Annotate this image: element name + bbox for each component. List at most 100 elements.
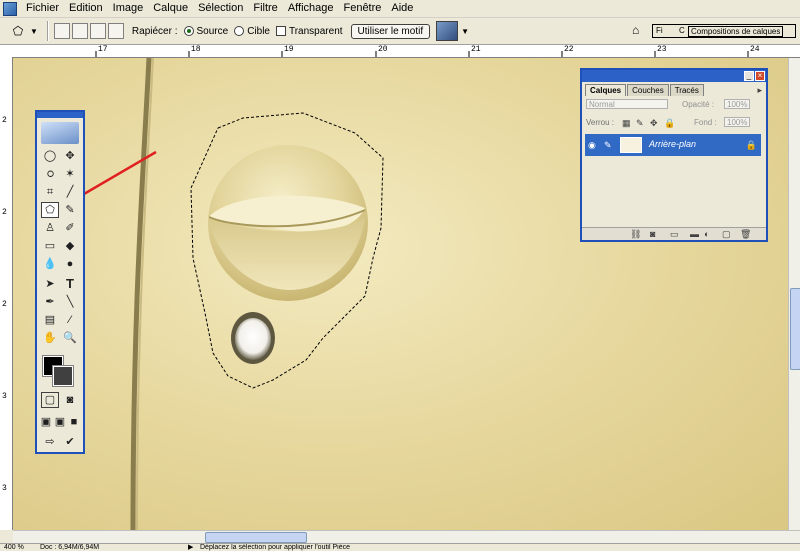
menu-fenetre[interactable]: Fenêtre — [338, 0, 386, 17]
opacity-input[interactable]: 100% — [724, 99, 750, 109]
paint-bucket-tool-icon[interactable]: ◆ — [61, 238, 79, 254]
menu-selection[interactable]: Sélection — [193, 0, 248, 17]
menu-bar: Fichier Edition Image Calque Sélection F… — [0, 0, 800, 18]
ruler-label: 17 — [98, 45, 108, 54]
chevron-down-icon[interactable]: ▼ — [30, 27, 38, 36]
new-layer-icon[interactable]: ▢ — [722, 229, 731, 239]
move-tool-icon[interactable]: ✥ — [61, 148, 79, 164]
line-tool-icon[interactable]: ╲ — [61, 294, 79, 310]
menu-aide[interactable]: Aide — [386, 0, 418, 17]
ruler-vertical: 2 2 2 3 3 — [0, 57, 13, 530]
imageready-icon[interactable]: ✔ — [61, 434, 79, 450]
opacity-label: Opacité : — [682, 100, 715, 109]
magic-wand-tool-icon[interactable]: ✶ — [61, 166, 79, 182]
screen-mode-full-icon[interactable]: ■ — [67, 414, 81, 430]
lock-position-icon[interactable]: ✥ — [650, 118, 658, 128]
add-selection-button[interactable] — [71, 23, 88, 39]
fill-input[interactable]: 100% — [724, 117, 750, 127]
pen-tool-icon[interactable]: ✒ — [41, 294, 59, 310]
jump-to-imageready-icon[interactable]: ⇨ — [41, 434, 59, 450]
vertical-scrollbar[interactable] — [788, 58, 800, 530]
eye-icon[interactable]: ◉ — [588, 140, 596, 150]
background-color-swatch[interactable] — [52, 365, 74, 387]
lock-image-icon[interactable]: ✎ — [636, 118, 644, 128]
history-brush-tool-icon[interactable]: ✐ — [61, 220, 79, 236]
slice-tool-icon[interactable]: ╱ — [61, 184, 79, 200]
add-mask-icon[interactable]: ▭ — [670, 229, 679, 239]
notes-tool-icon[interactable]: ▤ — [41, 312, 59, 328]
ruler-label: 19 — [284, 45, 294, 54]
radio-icon — [234, 25, 245, 36]
menu-calque[interactable]: Calque — [148, 0, 193, 17]
brush-tool-icon[interactable]: ✎ — [61, 202, 79, 218]
palette-tab-fi[interactable]: Fi — [656, 26, 663, 35]
adobe-feather-logo[interactable] — [41, 122, 79, 144]
layer-style-icon[interactable]: ◙ — [650, 229, 655, 239]
dodge-tool-icon[interactable]: ● — [61, 256, 79, 272]
screen-mode-standard-icon[interactable]: ▣ — [39, 414, 53, 430]
eyedropper-tool-icon[interactable]: ⁄ — [61, 312, 79, 328]
link-layers-icon[interactable]: ⛓ — [630, 229, 641, 239]
eraser-tool-icon[interactable]: ▭ — [41, 238, 59, 254]
layer-comps-tab[interactable]: Compositions de calques — [688, 26, 784, 37]
brush-link-icon[interactable]: ✎ — [604, 140, 612, 150]
transparent-checkbox[interactable]: Transparent — [275, 26, 343, 37]
chevron-down-icon[interactable]: ▼ — [461, 27, 469, 36]
lock-all-icon[interactable]: 🔒 — [664, 118, 675, 128]
quick-mask-off-icon[interactable]: ▢ — [41, 392, 59, 408]
menu-image[interactable]: Image — [108, 0, 149, 17]
close-icon[interactable]: × — [755, 71, 765, 81]
patch-tool-preset-icon[interactable]: ⬠ — [10, 23, 26, 39]
toolbox-title-bar[interactable] — [37, 112, 83, 118]
ruler-label: 21 — [471, 45, 481, 54]
marquee-tool-icon[interactable]: ◯ — [41, 148, 59, 164]
type-tool-icon[interactable]: T — [61, 276, 79, 292]
menu-fichier[interactable]: Fichier — [21, 0, 64, 17]
horizontal-scrollbar[interactable] — [13, 530, 800, 543]
vertical-scroll-thumb[interactable] — [790, 288, 800, 370]
adjustment-layer-icon[interactable]: ◐ — [704, 229, 709, 239]
layer-row-background[interactable]: ◉ ✎ Arrière-plan 🔒 — [585, 134, 761, 156]
quick-mask-on-icon[interactable]: ◙ — [61, 392, 79, 408]
lasso-tool-icon[interactable]: ഠ — [41, 166, 59, 182]
pattern-picker[interactable] — [436, 21, 459, 41]
path-selection-tool-icon[interactable]: ➤ — [41, 276, 59, 292]
palette-well: Fi C Compositions de calques — [652, 24, 796, 38]
ruler-label: 2 — [2, 208, 7, 217]
cible-label: Cible — [247, 25, 270, 37]
new-group-icon[interactable]: ▬ — [690, 229, 699, 239]
subtract-selection-button[interactable] — [89, 23, 106, 39]
intersect-selection-button[interactable] — [107, 23, 124, 39]
zoom-tool-icon[interactable]: 🔍 — [61, 330, 79, 346]
fill-label: Fond : — [694, 118, 717, 127]
use-pattern-button[interactable]: Utiliser le motif — [350, 23, 431, 39]
ruler-label: 20 — [378, 45, 388, 54]
crop-tool-icon[interactable]: ⌗ — [41, 184, 59, 200]
blur-tool-icon[interactable]: 💧 — [41, 256, 59, 272]
tab-couches[interactable]: Couches — [627, 84, 669, 96]
ruler-label: 3 — [2, 392, 7, 401]
lock-transparent-icon[interactable]: ▦ — [622, 118, 631, 128]
menu-affichage[interactable]: Affichage — [283, 0, 339, 17]
palette-tab-c[interactable]: C — [679, 26, 685, 35]
minimize-icon[interactable]: _ — [744, 71, 754, 81]
photoshop-app-icon[interactable] — [3, 1, 17, 16]
panel-menu-icon[interactable]: ▸ — [757, 85, 762, 95]
layers-panel-title-bar[interactable]: _ × — [582, 70, 766, 82]
clone-stamp-tool-icon[interactable]: ♙ — [41, 220, 59, 236]
menu-edition[interactable]: Edition — [64, 0, 108, 17]
tab-traces[interactable]: Tracés — [669, 84, 704, 96]
screen-mode-full-menu-icon[interactable]: ▣ — [53, 414, 67, 430]
hand-tool-icon[interactable]: ✋ — [41, 330, 59, 346]
tool-presets-icon[interactable]: ⌂ — [632, 23, 648, 39]
patch-tool-icon[interactable]: ⬠ — [41, 202, 59, 218]
cible-radio[interactable]: Cible — [234, 26, 270, 37]
horizontal-scroll-thumb[interactable] — [205, 532, 307, 543]
trash-icon[interactable]: 🗑 — [740, 229, 751, 239]
menu-filtre[interactable]: Filtre — [248, 0, 282, 17]
new-selection-button[interactable] — [53, 23, 70, 39]
tab-calques[interactable]: Calques — [585, 84, 627, 96]
source-radio[interactable]: Source — [183, 25, 228, 37]
radio-icon — [183, 25, 194, 36]
blend-mode-select[interactable]: Normal — [586, 99, 668, 109]
